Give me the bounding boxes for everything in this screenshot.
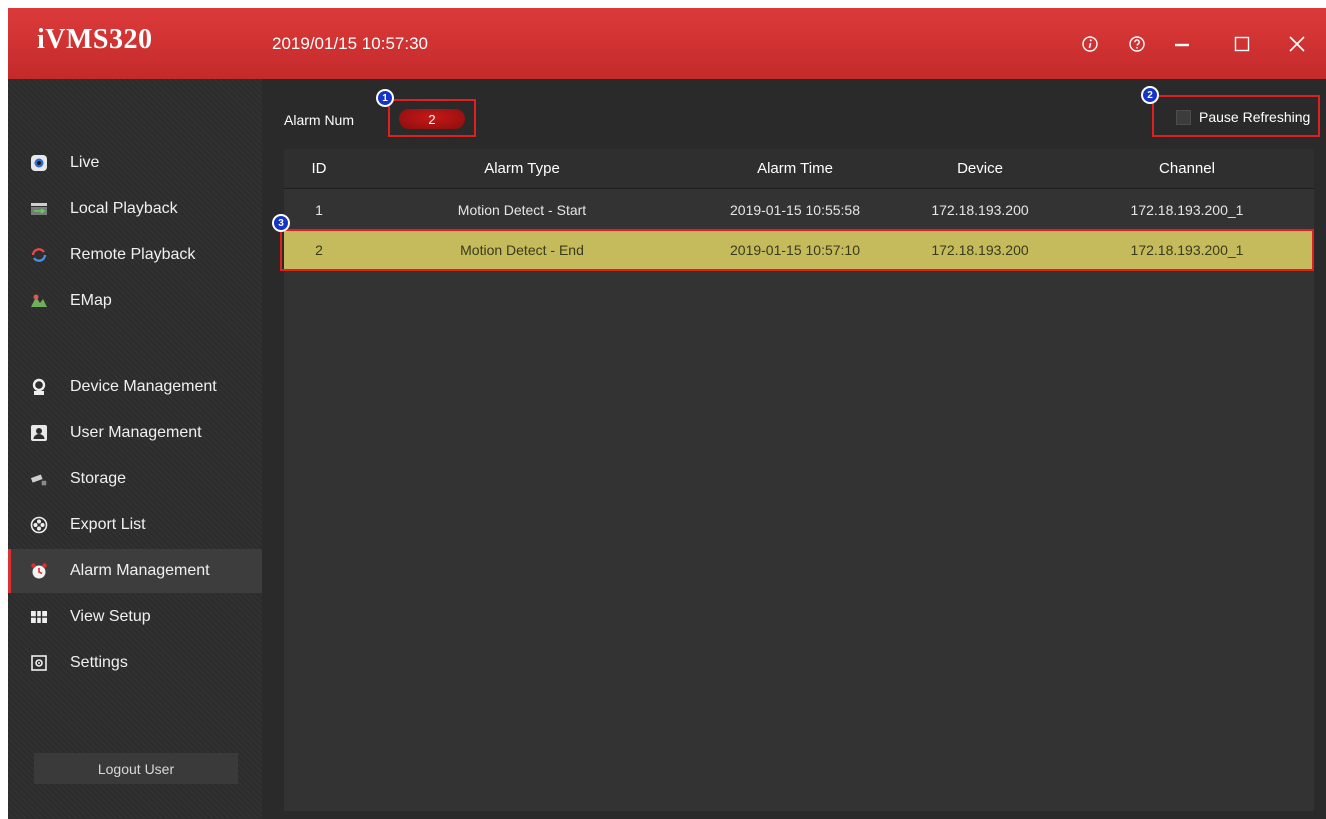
cell-alarm-type: Motion Detect - End: [460, 242, 584, 258]
column-header-alarm-time[interactable]: Alarm Time: [690, 149, 900, 188]
live-icon: [30, 154, 48, 172]
minimize-button[interactable]: [1168, 30, 1196, 58]
sidebar-item-label: View Setup: [70, 608, 151, 625]
sidebar-item-storage[interactable]: Storage: [8, 457, 262, 501]
callout-badge-3: 3: [272, 214, 290, 232]
sidebar-item-view-setup[interactable]: View Setup: [8, 595, 262, 639]
storage-icon: [30, 470, 48, 488]
user-management-icon: [30, 424, 48, 442]
alarm-clock-icon: [30, 562, 48, 580]
table-row-selected[interactable]: 2 Motion Detect - End 2019-01-15 10:57:1…: [284, 230, 1314, 270]
cell-device: 172.18.193.200: [931, 242, 1029, 258]
sidebar-item-label: Device Management: [70, 378, 217, 395]
cell-alarm-type: Motion Detect - Start: [457, 202, 587, 218]
cell-id: 1: [315, 202, 323, 218]
help-button[interactable]: [1123, 30, 1151, 58]
column-header-alarm-type[interactable]: Alarm Type: [354, 149, 690, 188]
sidebar: Live Local Playback Remote Playback EMap: [8, 79, 262, 819]
sidebar-item-local-playback[interactable]: Local Playback: [8, 187, 262, 231]
sidebar-item-live[interactable]: Live: [8, 141, 262, 185]
info-icon: [1082, 36, 1098, 52]
sidebar-item-label: Storage: [70, 470, 127, 487]
sidebar-item-label: Live: [70, 154, 100, 171]
column-header-device[interactable]: Device: [900, 149, 1060, 188]
sidebar-item-settings[interactable]: Settings: [8, 641, 262, 685]
current-datetime: 2019/01/15 10:57:30: [272, 34, 428, 53]
maximize-icon: [1234, 36, 1250, 52]
device-management-icon: [30, 378, 48, 396]
alarm-management-panel: Alarm Num 2 1 Pause Refreshing 2 ID Alar…: [262, 79, 1326, 819]
sidebar-item-label: EMap: [70, 292, 112, 309]
pause-refreshing-highlight: Pause Refreshing: [1152, 95, 1320, 137]
sidebar-item-label: Alarm Management: [70, 562, 210, 579]
cell-id: 2: [315, 242, 323, 258]
cell-alarm-time: 2019-01-15 10:55:58: [730, 202, 860, 218]
sidebar-item-alarm-management[interactable]: Alarm Management: [8, 549, 262, 593]
minimize-icon: [1175, 43, 1189, 47]
sidebar-item-device-management[interactable]: Device Management: [8, 365, 262, 409]
sidebar-item-label: Export List: [70, 516, 146, 533]
sidebar-item-label: User Management: [70, 424, 202, 441]
remote-playback-icon: [30, 246, 48, 264]
settings-icon: [30, 654, 48, 672]
close-button[interactable]: [1283, 30, 1311, 58]
alarm-num-label: Alarm Num: [284, 112, 355, 128]
local-playback-icon: [30, 200, 48, 218]
logout-button[interactable]: Logout User: [34, 753, 238, 784]
maximize-button[interactable]: [1228, 30, 1256, 58]
sidebar-item-emap[interactable]: EMap: [8, 279, 262, 323]
callout-badge-1: 1: [376, 89, 394, 107]
sidebar-item-label: Remote Playback: [70, 246, 196, 263]
cell-channel: 172.18.193.200_1: [1130, 202, 1244, 218]
cell-channel: 172.18.193.200_1: [1130, 242, 1244, 258]
sidebar-item-export-list[interactable]: Export List: [8, 503, 262, 547]
app-logo: iVMS320: [37, 24, 153, 55]
cell-device: 172.18.193.200: [931, 202, 1029, 218]
help-icon: [1129, 36, 1145, 52]
alarm-num-badge: 2: [399, 109, 465, 129]
sidebar-item-user-management[interactable]: User Management: [8, 411, 262, 455]
close-icon: [1289, 36, 1305, 52]
table-header: ID Alarm Type Alarm Time Device Channel: [284, 149, 1314, 189]
app-window: iVMS320 2019/01/15 10:57:30 Live Local P…: [8, 8, 1326, 819]
export-list-icon: [30, 516, 48, 534]
cell-alarm-time: 2019-01-15 10:57:10: [730, 242, 860, 258]
callout-badge-2: 2: [1141, 86, 1159, 104]
sidebar-item-label: Local Playback: [70, 200, 178, 217]
info-button[interactable]: [1076, 30, 1104, 58]
emap-icon: [30, 292, 48, 310]
table-row[interactable]: 1 Motion Detect - Start 2019-01-15 10:55…: [284, 190, 1314, 230]
pause-refreshing-label: Pause Refreshing: [1199, 109, 1311, 125]
sidebar-item-label: Settings: [70, 654, 128, 671]
alarm-table: ID Alarm Type Alarm Time Device Channel …: [280, 149, 1314, 811]
view-setup-icon: [30, 608, 48, 626]
column-header-channel[interactable]: Channel: [1060, 149, 1314, 188]
column-header-id[interactable]: ID: [284, 149, 354, 188]
title-bar[interactable]: iVMS320 2019/01/15 10:57:30: [8, 8, 1326, 79]
pause-refreshing-checkbox[interactable]: [1176, 110, 1191, 125]
alarm-num-highlight: 2: [388, 99, 476, 137]
sidebar-item-remote-playback[interactable]: Remote Playback: [8, 233, 262, 277]
